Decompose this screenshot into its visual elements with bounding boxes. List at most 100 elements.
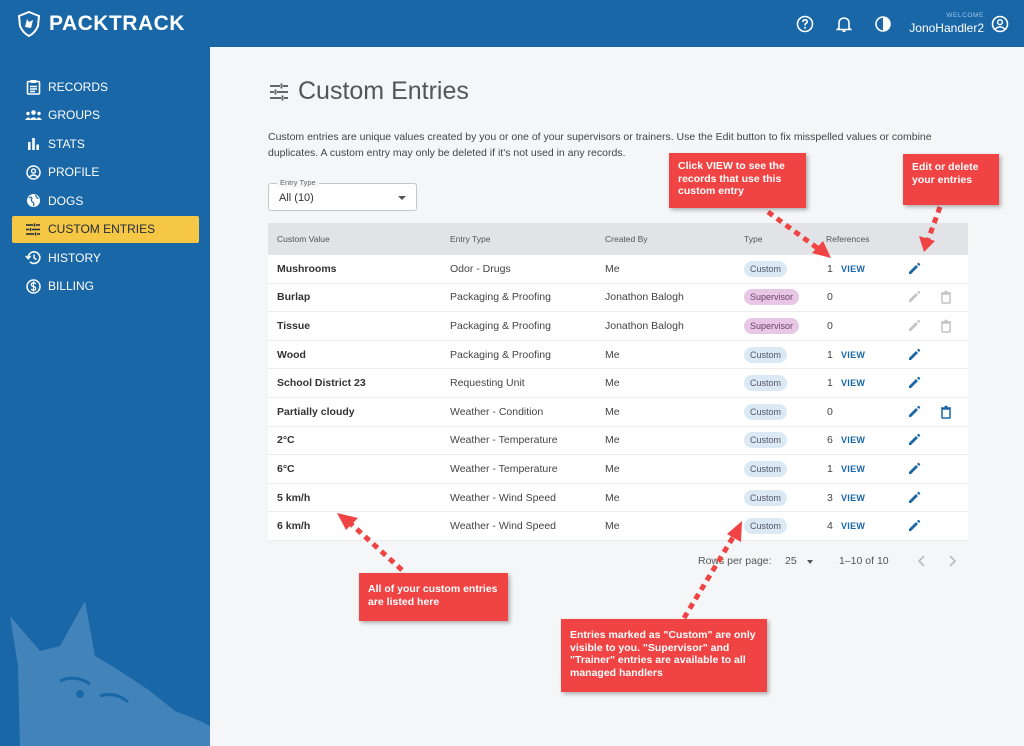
rows-per-page-value: 25 bbox=[785, 555, 797, 567]
view-records-button[interactable]: VIEW bbox=[841, 435, 865, 445]
entry-type: Weather - Condition bbox=[450, 405, 544, 418]
entry-type: Packaging & Proofing bbox=[450, 319, 551, 332]
custom-value: Mushrooms bbox=[277, 262, 337, 275]
references-count: 1 bbox=[827, 377, 833, 390]
view-records-button[interactable]: VIEW bbox=[841, 464, 865, 474]
col-header-created-by[interactable]: Created By bbox=[605, 234, 648, 244]
edit-pencil-icon[interactable] bbox=[906, 432, 922, 448]
entry-type-select-label: Entry Type bbox=[277, 178, 319, 187]
entry-type-select-value: All (10) bbox=[279, 192, 314, 204]
entry-type: Weather - Wind Speed bbox=[450, 520, 557, 533]
table-row: Burlap Packaging & Proofing Jonathon Balog… bbox=[268, 284, 968, 313]
created-by: Me bbox=[605, 520, 620, 533]
sidebar-item-groups[interactable]: GROUPS bbox=[12, 102, 199, 129]
entry-type: Odor - Drugs bbox=[450, 262, 511, 275]
app-name: PACKTRACK bbox=[49, 11, 185, 35]
pagination-range: 1–10 of 10 bbox=[839, 555, 889, 567]
created-by: Me bbox=[605, 491, 620, 504]
col-header-references[interactable]: References bbox=[826, 234, 869, 244]
sidebar-item-custom-entries[interactable]: CUSTOM ENTRIES bbox=[12, 215, 199, 243]
custom-value: Burlap bbox=[277, 291, 311, 304]
chevron-right-icon[interactable] bbox=[944, 553, 960, 569]
logo[interactable]: PACKTRACK bbox=[18, 10, 185, 37]
page-title: Custom Entries bbox=[268, 77, 469, 106]
dollar-circle-icon bbox=[24, 277, 42, 295]
theme-contrast-icon[interactable] bbox=[873, 14, 893, 34]
edit-pencil-icon[interactable] bbox=[906, 347, 922, 363]
col-header-entry-type[interactable]: Entry Type bbox=[450, 234, 490, 244]
sidebar-item-label: PROFILE bbox=[48, 165, 100, 179]
type-chip: Custom bbox=[744, 489, 788, 506]
references-count: 0 bbox=[827, 405, 833, 418]
help-icon[interactable] bbox=[795, 14, 815, 34]
username: JonoHandler2 bbox=[909, 21, 984, 36]
account-circle-icon bbox=[24, 163, 42, 181]
edit-pencil-icon[interactable] bbox=[906, 490, 922, 506]
edit-pencil-icon[interactable] bbox=[906, 375, 922, 391]
shield-logo-icon bbox=[18, 10, 40, 37]
custom-value: Partially cloudy bbox=[277, 405, 355, 418]
custom-value: 6 km/h bbox=[277, 520, 311, 533]
custom-value: Wood bbox=[277, 348, 306, 361]
view-records-button[interactable]: VIEW bbox=[841, 493, 865, 503]
sidebar-item-label: RECORDS bbox=[48, 79, 109, 94]
type-chip: Custom bbox=[744, 403, 788, 420]
created-by: Me bbox=[605, 405, 620, 418]
callout-entry-types: Entries marked as "Custom" are only visi… bbox=[561, 619, 767, 692]
edit-pencil-icon[interactable] bbox=[906, 261, 922, 277]
delete-trash-icon bbox=[938, 289, 954, 305]
view-records-button[interactable]: VIEW bbox=[841, 350, 865, 360]
edit-pencil-icon[interactable] bbox=[906, 461, 922, 477]
table-row: 6 km/h Weather - Wind Speed Me Custom 4 VIEW bbox=[268, 512, 968, 541]
custom-value: Tissue bbox=[277, 319, 311, 332]
edit-pencil-icon[interactable] bbox=[906, 404, 922, 420]
sidebar-item-label: DOGS bbox=[48, 193, 84, 208]
sidebar: RECORDS GROUPS STATS PROFILE DOGS CUSTOM… bbox=[0, 47, 210, 746]
sidebar-item-label: BILLING bbox=[48, 279, 95, 293]
references-count: 1 bbox=[827, 462, 833, 475]
references-count: 3 bbox=[827, 491, 833, 504]
table-body: Mushrooms Odor - Drugs Me Custom 1 VIEW Burlap… bbox=[268, 255, 968, 541]
sidebar-item-dogs[interactable]: DOGS bbox=[12, 187, 199, 214]
notifications-bell-icon[interactable] bbox=[834, 14, 854, 34]
custom-value: 5 km/h bbox=[277, 491, 311, 504]
references-count: 0 bbox=[827, 291, 833, 304]
created-by: Me bbox=[605, 348, 620, 361]
sidebar-item-history[interactable]: HISTORY bbox=[12, 244, 199, 271]
table-row: School District 23 Requesting Unit Me Custo… bbox=[268, 369, 968, 398]
custom-value: School District 23 bbox=[277, 377, 366, 390]
type-chip: Custom bbox=[744, 460, 788, 477]
clipboard-icon bbox=[24, 78, 42, 96]
rows-per-page-select[interactable]: 25 bbox=[780, 551, 816, 571]
table-row: Partially cloudy Weather - Condition Me Cus… bbox=[268, 398, 968, 427]
view-records-button[interactable]: VIEW bbox=[841, 378, 865, 388]
edit-pencil-icon bbox=[906, 289, 922, 305]
col-header-type[interactable]: Type bbox=[744, 234, 762, 244]
sidebar-item-stats[interactable]: STATS bbox=[12, 130, 199, 157]
sidebar-item-billing[interactable]: BILLING bbox=[12, 273, 199, 300]
col-header-custom-value[interactable]: Custom Value bbox=[277, 234, 330, 244]
edit-pencil-icon[interactable] bbox=[906, 518, 922, 534]
sidebar-nav: RECORDS GROUPS STATS PROFILE DOGS CUSTOM… bbox=[12, 73, 199, 301]
created-by: Me bbox=[605, 377, 620, 390]
delete-trash-icon[interactable] bbox=[938, 404, 954, 420]
table-row: 6°C Weather - Temperature Me Custom 1 VIEW bbox=[268, 455, 968, 484]
references-count: 1 bbox=[827, 262, 833, 275]
entry-type: Packaging & Proofing bbox=[450, 348, 551, 361]
sidebar-item-records[interactable]: RECORDS bbox=[12, 73, 199, 100]
sliders-icon bbox=[24, 220, 42, 238]
table-row: Tissue Packaging & Proofing Jonathon Balog… bbox=[268, 312, 968, 341]
references-count: 0 bbox=[827, 319, 833, 332]
account-circle-icon[interactable] bbox=[990, 14, 1010, 34]
custom-value: 2°C bbox=[277, 434, 295, 447]
view-records-button[interactable]: VIEW bbox=[841, 521, 865, 531]
chevron-left-icon[interactable] bbox=[914, 553, 930, 569]
references-count: 4 bbox=[827, 520, 833, 533]
view-records-button[interactable]: VIEW bbox=[841, 264, 865, 274]
callout-view-records: Click VIEW to see the records that use t… bbox=[669, 153, 806, 208]
entry-type-select[interactable]: Entry Type All (10) bbox=[268, 178, 417, 211]
type-chip: Custom bbox=[744, 260, 788, 277]
created-by: Me bbox=[605, 262, 620, 275]
sidebar-item-profile[interactable]: PROFILE bbox=[12, 159, 199, 186]
user-menu[interactable]: WELCOME JonoHandler2 bbox=[909, 12, 984, 36]
